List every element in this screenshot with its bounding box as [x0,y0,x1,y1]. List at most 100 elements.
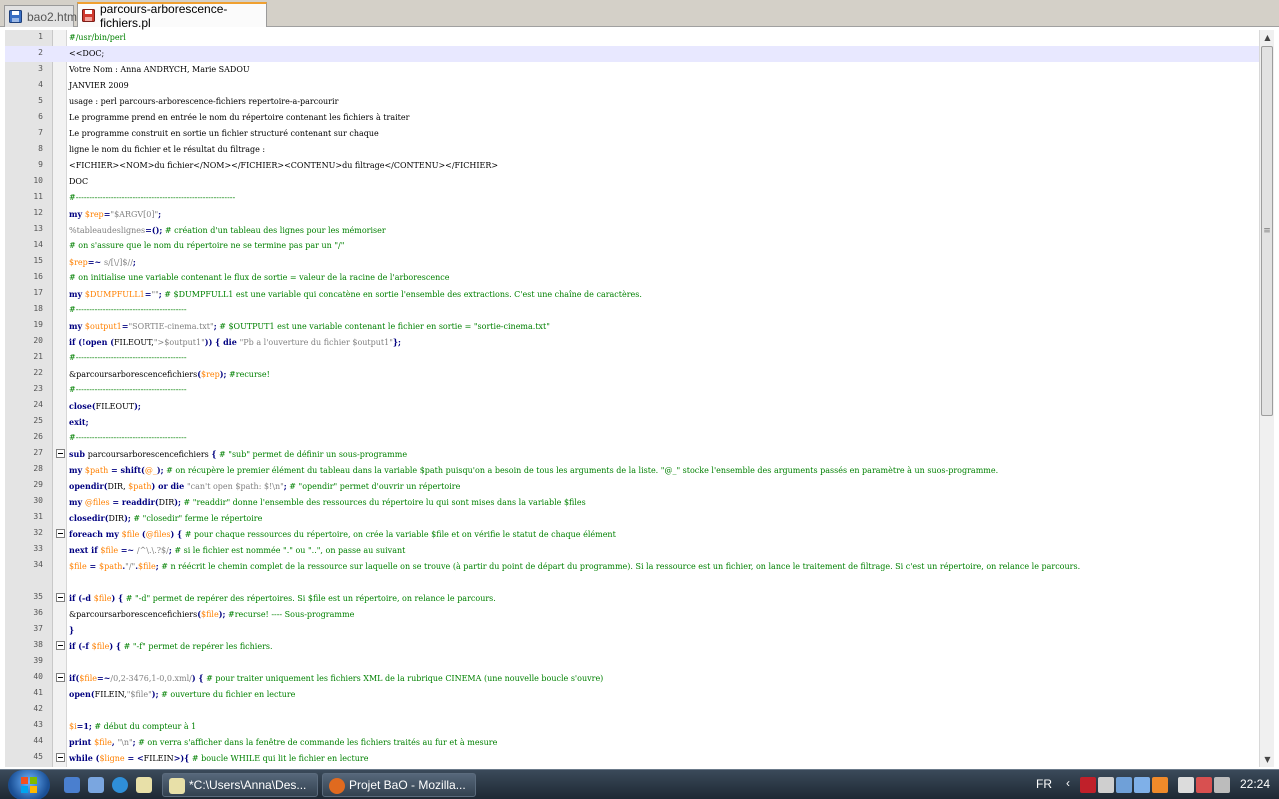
line-number: 39 [33,656,43,665]
code-line[interactable]: 35 if (-d $file) { # "-d" permet de repér… [5,590,1259,606]
code-line[interactable]: 4 JANVIER 2009 [5,78,1259,94]
code-line[interactable]: 16 # on initialise une variable contenant… [5,270,1259,286]
code-token: # création d'un tableau des lignes pour … [162,226,386,235]
antivirus-icon[interactable] [1080,777,1096,793]
code-line[interactable]: 23 #-------------------------------------… [5,382,1259,398]
scroll-down-arrow-icon[interactable]: ▼ [1260,752,1275,767]
tray-expand-icon[interactable]: ‹ [1066,776,1070,790]
internet-explorer-icon[interactable] [112,777,128,793]
fold-toggle-icon[interactable] [56,753,65,762]
clock[interactable]: 22:24 [1240,777,1270,791]
code-line[interactable]: 26 #-------------------------------------… [5,430,1259,446]
code-line[interactable]: 29 opendir(DIR, $path) or die "can't open… [5,478,1259,494]
code-token: FILEOUT [95,402,135,411]
fold-toggle-icon[interactable] [56,593,65,602]
task-label: *C:\Users\Anna\Des... [189,778,307,792]
code-line[interactable]: 45 while ($ligne = <FILEIN>){ # boucle WH… [5,750,1259,766]
switch-windows-icon[interactable] [88,777,104,793]
show-desktop-icon[interactable] [64,777,80,793]
code-line[interactable]: 41 open(FILEIN,"$file"); # ouverture du f… [5,686,1259,702]
app-tray-icon[interactable] [1152,777,1168,793]
code-line[interactable]: 7 Le programme construit en sortie un fic… [5,126,1259,142]
code-line[interactable]: 13 %tableaudeslignes=(); # création d'un … [5,222,1259,238]
code-token: # "readdir" donne l'ensemble des ressour… [181,498,586,507]
code-token: open [85,337,111,347]
code-line[interactable]: 36 &parcoursarborescencefichiers($file); … [5,606,1259,622]
code-line[interactable]: 38 if (-f $file) { # "-f" permet de repér… [5,638,1259,654]
code-line[interactable]: 2 <<DOC; [5,46,1259,62]
code-token: #---------------------------------------… [69,433,187,442]
code-line[interactable]: 24 close(FILEOUT); [5,398,1259,414]
code-token: $file [79,674,97,683]
fold-toggle-icon[interactable] [56,529,65,538]
code-line[interactable]: 8 ligne le nom du fichier et le résultat … [5,142,1259,158]
code-line[interactable]: 17 my $DUMPFULL1=""; # $DUMPFULL1 est une… [5,286,1259,302]
code-line[interactable]: 11 #-------------------------------------… [5,190,1259,206]
code-token: "Pb a l'ouverture du fichier $output1" [239,338,393,347]
code-token: #---------------------------------------… [69,353,187,362]
code-line[interactable]: 9 <FICHIER><NOM>du fichier</NOM></FICHIER… [5,158,1259,174]
code-token: "\n" [117,738,133,747]
code-line[interactable]: 34 $file = $path."/".$file; # n réécrit l… [5,558,1259,590]
code-token: $file [121,530,142,539]
taskbar: *C:\Users\Anna\Des... Projet BaO - Mozil… [0,769,1279,799]
code-line[interactable]: 22 &parcoursarborescencefichiers($rep); #… [5,366,1259,382]
code-token: ); [174,497,182,507]
code-token: DIR [108,514,125,523]
code-line[interactable]: 18 #-------------------------------------… [5,302,1259,318]
code-line[interactable]: 6 Le programme prend en entrée le nom du … [5,110,1259,126]
code-line[interactable]: 20 if (!open (FILEOUT,">$output1")) { die… [5,334,1259,350]
power-icon[interactable] [1178,777,1194,793]
code-line[interactable]: 15 $rep=~ s/[\/]$//; [5,254,1259,270]
code-line[interactable]: 5 usage : perl parcours-arborescence-fich… [5,94,1259,110]
language-indicator[interactable]: FR [1036,777,1052,791]
code-token: $ligne [99,754,125,763]
code-token: # "opendir" permet d'ouvrir un répertoir… [286,482,461,491]
code-editor[interactable]: 1 #/usr/bin/perl 2 <<DOC; 3 Votre Nom : Anna … [5,30,1259,767]
tab-bao2[interactable]: bao2.htm [4,5,77,27]
code-line[interactable]: 42 [5,702,1259,718]
code-line[interactable]: 12 my $rep="$ARGV[0]"; [5,206,1259,222]
code-line[interactable]: 1 #/usr/bin/perl [5,30,1259,46]
fold-toggle-icon[interactable] [56,641,65,650]
storage-icon[interactable] [1134,777,1150,793]
line-number: 17 [33,288,43,297]
code-line[interactable]: 27 sub parcoursarborescencefichiers { # "… [5,446,1259,462]
code-line[interactable]: 39 [5,654,1259,670]
code-line[interactable]: 32 foreach my $file (@files) { # pour cha… [5,526,1259,542]
tab-parcours-arborescence[interactable]: parcours-arborescence-fichiers.pl [77,2,267,30]
scroll-up-arrow-icon[interactable]: ▲ [1260,30,1275,45]
code-lines[interactable]: 1 #/usr/bin/perl 2 <<DOC; 3 Votre Nom : Anna … [5,30,1259,766]
notepad-quicklaunch-icon[interactable] [136,777,152,793]
line-number: 16 [33,272,43,281]
code-line[interactable]: 10 DOC [5,174,1259,190]
code-line[interactable]: 19 my $output1="SORTIE-cinema.txt"; # $OU… [5,318,1259,334]
code-token: shift [120,465,142,475]
scrollbar-thumb[interactable]: ≡ [1261,46,1273,416]
fold-toggle-icon[interactable] [56,673,65,682]
code-token: ; [85,417,89,427]
task-notepad[interactable]: *C:\Users\Anna\Des... [162,773,318,797]
safely-remove-icon[interactable] [1196,777,1212,793]
display-icon[interactable] [1098,777,1114,793]
code-line[interactable]: 44 print $file, "\n"; # on verra s'affich… [5,734,1259,750]
code-line[interactable]: 28 my $path = shift(@_); # on récupère le… [5,462,1259,478]
code-line[interactable]: 25 exit; [5,414,1259,430]
volume-icon[interactable] [1214,777,1230,793]
code-line[interactable]: 40 if($file=~/0,2-3476,1-0,0.xml/) { # po… [5,670,1259,686]
task-firefox[interactable]: Projet BaO - Mozilla... [322,773,476,797]
code-line[interactable]: 37} [5,622,1259,638]
fold-toggle-icon[interactable] [56,449,65,458]
code-line[interactable]: 3 Votre Nom : Anna ANDRYCH, Marie SADOU [5,62,1259,78]
code-line[interactable]: 31 closedir(DIR); # "closedir" ferme le r… [5,510,1259,526]
start-button[interactable] [8,770,50,799]
code-line[interactable]: 43 $i=1; # début du compteur à 1 [5,718,1259,734]
code-line[interactable]: 14 # on s'assure que le nom du répertoire… [5,238,1259,254]
code-line[interactable]: 30 my @files = readdir(DIR); # "readdir" … [5,494,1259,510]
network-icon[interactable] [1116,777,1132,793]
vertical-scrollbar[interactable]: ▲ ≡ ▼ [1259,30,1274,767]
code-token: $file [93,594,112,603]
code-line[interactable]: 33 next if $file =~ /^\.\.?$/; # si le fi… [5,542,1259,558]
code-line[interactable]: 21 #-------------------------------------… [5,350,1259,366]
code-token: $rep [69,258,88,267]
